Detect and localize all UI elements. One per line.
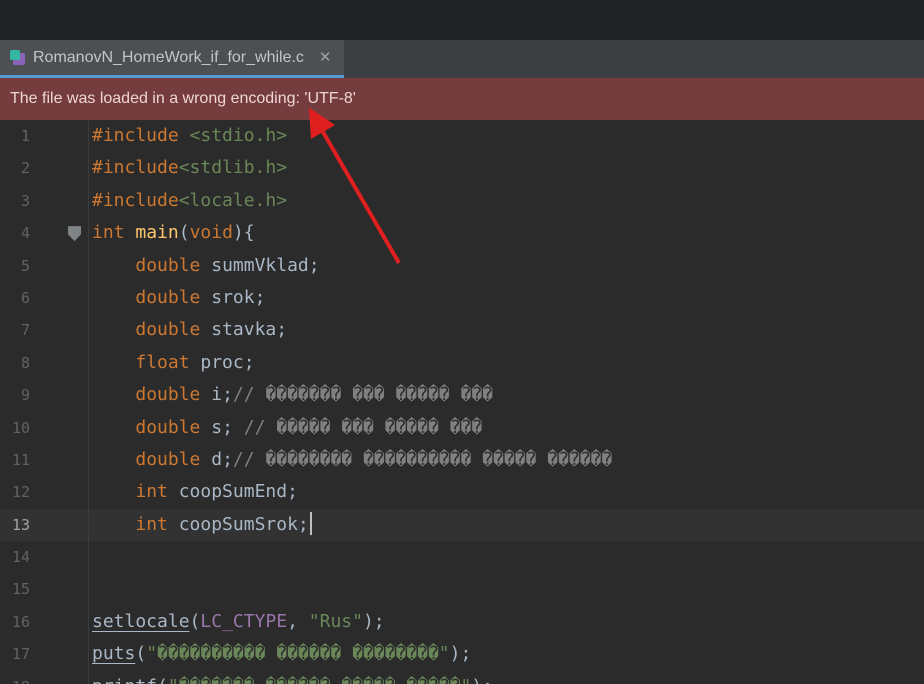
code-line[interactable]: 16 setlocale(LC_CTYPE, "Rus"); [0, 606, 924, 638]
ide-window: RomanovN_HomeWork_if_for_while.c ✕ The f… [0, 0, 924, 684]
gutter-cell[interactable]: 4 [0, 217, 92, 249]
code-line[interactable]: 4 int main(void){ [0, 217, 924, 249]
code-text: double i;// ������� ��� ����� ��� [135, 384, 493, 406]
line-number: 9 [20, 386, 30, 405]
code-text: double d;// �������� ���������� ����� ��… [135, 448, 613, 470]
gutter-cell[interactable]: 14 [0, 541, 92, 573]
gutter-separator [88, 120, 89, 684]
gutter-cell[interactable]: 11 [0, 444, 92, 476]
gutter-cell[interactable]: 13 [0, 509, 92, 541]
code-text: double summVklad; [135, 254, 320, 276]
code-line[interactable]: 3 #include<locale.h> [0, 185, 924, 217]
gutter-cell[interactable]: 9 [0, 379, 92, 411]
code-line[interactable]: 9 double i;// ������� ��� ����� ��� [0, 379, 924, 411]
line-number: 6 [20, 288, 30, 307]
code-line[interactable]: 7 double stavka; [0, 314, 924, 346]
code-line[interactable]: 11 double d;// �������� ���������� �����… [0, 444, 924, 476]
code-line[interactable]: 12 int coopSumEnd; [0, 476, 924, 508]
line-number: 8 [20, 353, 30, 372]
c-file-icon [9, 49, 26, 66]
gutter-cell[interactable]: 18 [0, 671, 92, 684]
code-editor[interactable]: 1 #include <stdio.h> 2 #include<stdlib.h> 3 #… [0, 120, 924, 684]
line-number: 5 [20, 256, 30, 275]
line-number: 11 [11, 450, 30, 469]
line-number: 17 [11, 645, 30, 664]
code-line[interactable]: 6 double srok; [0, 282, 924, 314]
line-number: 4 [20, 224, 30, 243]
line-number: 16 [11, 612, 30, 631]
gutter-cell[interactable]: 8 [0, 347, 92, 379]
gutter-cell[interactable]: 5 [0, 250, 92, 282]
gutter-cell[interactable]: 16 [0, 606, 92, 638]
code-line[interactable]: 8 float proc; [0, 347, 924, 379]
code-text: int coopSumSrok; [92, 509, 312, 541]
line-number: 14 [11, 548, 30, 567]
line-number: 13 [11, 515, 30, 534]
code-text: int main(void){ [92, 222, 255, 244]
code-line[interactable]: 13 int coopSumSrok; [0, 508, 924, 542]
tab-title: RomanovN_HomeWork_if_for_while.c [33, 48, 304, 66]
encoding-banner: The file was loaded in a wrong encoding:… [0, 78, 924, 120]
line-number: 18 [0, 671, 30, 684]
line-number: 10 [11, 418, 30, 437]
gutter-cell[interactable]: 6 [0, 282, 92, 314]
code-lines: 1 #include <stdio.h> 2 #include<stdlib.h> 3 #… [0, 120, 924, 684]
line-number: 15 [11, 580, 30, 599]
code-text: #include<stdlib.h> [92, 157, 288, 179]
gutter-cell[interactable]: 2 [0, 152, 92, 184]
gutter-cell[interactable]: 17 [0, 638, 92, 670]
gutter-cell[interactable]: 7 [0, 314, 92, 346]
fold-marker-icon[interactable] [68, 226, 81, 242]
code-text: int coopSumEnd; [135, 481, 298, 503]
code-line[interactable]: 17 puts("���������� ������ ��������"); [0, 638, 924, 670]
editor-tab-bar: RomanovN_HomeWork_if_for_while.c ✕ [0, 40, 924, 78]
code-text: puts("���������� ������ ��������"); [92, 643, 472, 665]
line-number: 7 [20, 321, 30, 340]
code-text: double s; // ����� ��� ����� ��� [135, 416, 483, 438]
line-number: 3 [20, 191, 30, 210]
gutter-cell[interactable]: 10 [0, 412, 92, 444]
code-line[interactable]: 15 [0, 573, 924, 605]
code-text: #include<locale.h> [92, 189, 288, 211]
line-number: 1 [20, 127, 30, 145]
line-number: 2 [20, 159, 30, 178]
code-text: printf("������� ������ ����� �����"); [92, 671, 493, 684]
code-line[interactable]: 1 #include <stdio.h> [0, 120, 924, 152]
line-number: 12 [11, 483, 30, 502]
code-line[interactable]: 18 printf("������� ������ ����� �����"); [0, 671, 924, 684]
tab-close-icon[interactable]: ✕ [319, 50, 332, 65]
code-line[interactable]: 14 [0, 541, 924, 573]
code-text: double srok; [135, 286, 266, 308]
gutter-cell[interactable]: 1 [0, 120, 92, 152]
tab-file[interactable]: RomanovN_HomeWork_if_for_while.c ✕ [0, 40, 344, 78]
code-line[interactable]: 2 #include<stdlib.h> [0, 152, 924, 184]
title-bar [0, 0, 924, 40]
code-text: float proc; [135, 351, 255, 373]
text-caret [309, 512, 312, 536]
code-line[interactable]: 10 double s; // ����� ��� ����� ��� [0, 412, 924, 444]
banner-text: The file was loaded in a wrong encoding:… [10, 90, 356, 107]
code-text: setlocale(LC_CTYPE, "Rus"); [92, 610, 385, 632]
gutter-cell[interactable]: 12 [0, 476, 92, 508]
code-line[interactable]: 5 double summVklad; [0, 250, 924, 282]
gutter-cell[interactable]: 15 [0, 573, 92, 605]
code-text: #include <stdio.h> [92, 125, 288, 146]
code-text: double stavka; [135, 319, 288, 341]
gutter-cell[interactable]: 3 [0, 185, 92, 217]
